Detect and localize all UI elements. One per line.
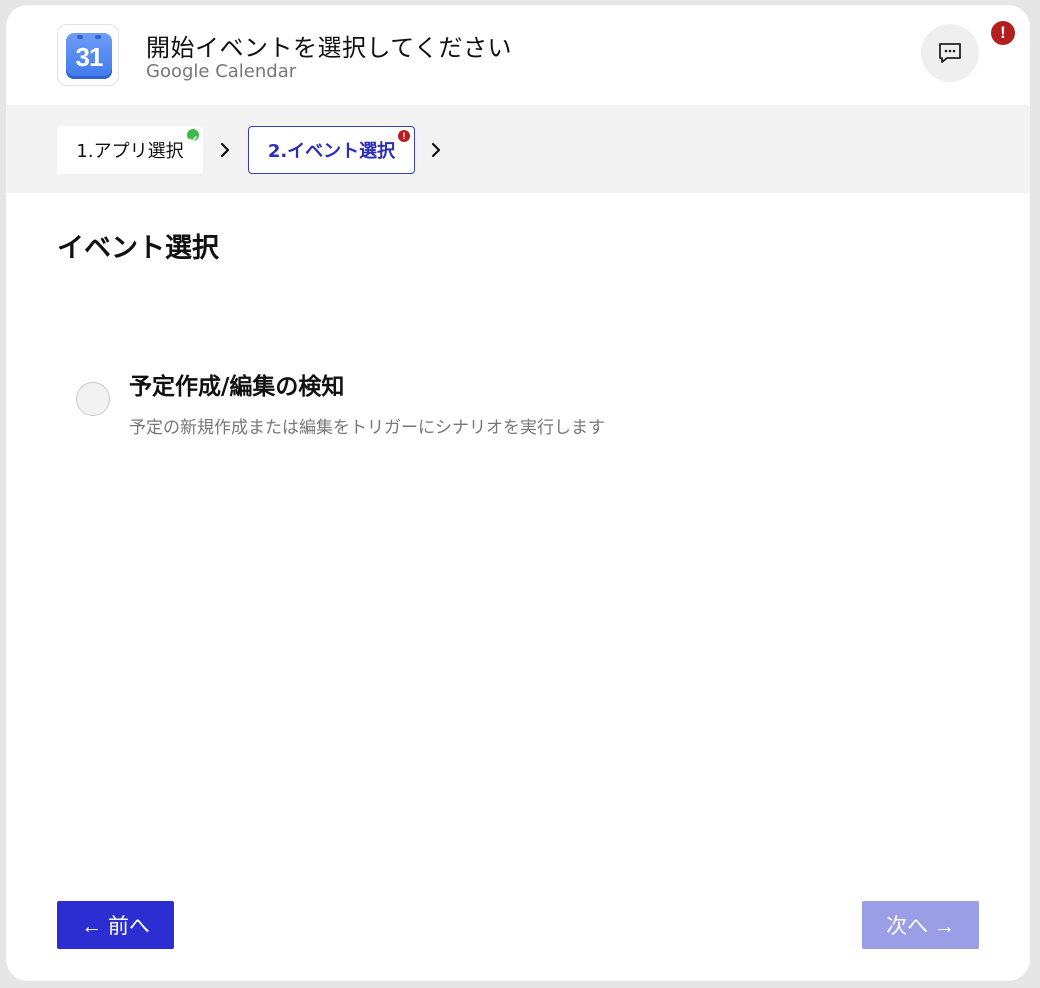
event-option-schedule-created-edited[interactable]: 予定作成/編集の検知 予定の新規作成または編集をトリガーにシナリオを実行します	[76, 360, 696, 450]
page-title: 開始イベントを選択してください	[146, 34, 513, 62]
step-app-select[interactable]: 1.アプリ選択	[57, 126, 203, 174]
chevron-right-icon	[431, 142, 441, 158]
stepper: 1.アプリ選択 2.イベント選択 !	[6, 105, 1030, 193]
app-name: Google Calendar	[146, 61, 297, 82]
check-icon	[187, 129, 199, 143]
calendar-icon: 31	[66, 33, 112, 79]
section-heading: イベント選択	[57, 233, 219, 264]
alert-badge: !	[991, 21, 1015, 45]
event-option-title: 予定作成/編集の検知	[129, 374, 345, 400]
chat-icon	[939, 43, 961, 63]
step-label: 2.イベント選択	[267, 141, 396, 162]
event-option-description: 予定の新規作成または編集をトリガーにシナリオを実行します	[129, 418, 605, 438]
google-calendar-logo: 31	[57, 24, 119, 86]
error-icon: !	[398, 130, 410, 142]
step-event-select[interactable]: 2.イベント選択 !	[248, 126, 415, 174]
prev-button[interactable]: ← 前へ	[57, 901, 174, 949]
modal-card: 31 開始イベントを選択してください Google Calendar ! 1.ア…	[6, 5, 1030, 981]
next-button[interactable]: 次へ →	[862, 901, 979, 949]
step-label: 1.アプリ選択	[76, 141, 184, 162]
chevron-right-icon	[220, 142, 230, 158]
calendar-ring-left	[77, 35, 83, 39]
event-radio-button[interactable]	[76, 382, 110, 416]
calendar-ring-right	[95, 35, 101, 39]
calendar-logo-number: 31	[75, 42, 104, 72]
chat-button[interactable]	[921, 24, 979, 82]
